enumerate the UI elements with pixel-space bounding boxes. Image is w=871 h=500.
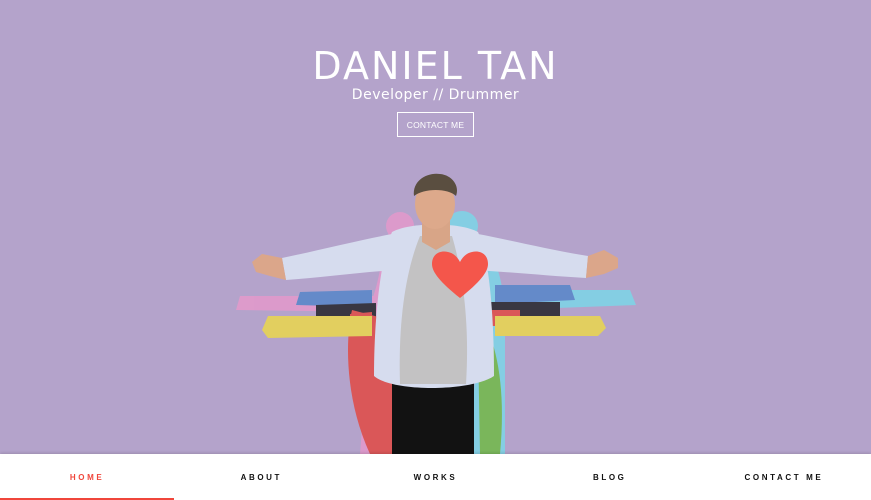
- page-title: DANIEL TAN: [312, 44, 559, 88]
- tagline: Developer // Drummer: [351, 87, 520, 103]
- nav-item-about[interactable]: ABOUT: [174, 454, 348, 500]
- hero-section: DANIEL TAN Developer // Drummer CONTACT …: [0, 0, 871, 454]
- main-figure: [252, 173, 618, 454]
- nav-item-blog[interactable]: BLOG: [523, 454, 697, 500]
- nav-item-works[interactable]: WORKS: [348, 454, 522, 500]
- bottom-navbar: HOME ABOUT WORKS BLOG CONTACT ME: [0, 454, 871, 500]
- nav-item-home[interactable]: HOME: [0, 454, 175, 500]
- contact-me-button[interactable]: CONTACT ME: [397, 112, 474, 137]
- nav-item-contact-me[interactable]: CONTACT ME: [697, 454, 871, 500]
